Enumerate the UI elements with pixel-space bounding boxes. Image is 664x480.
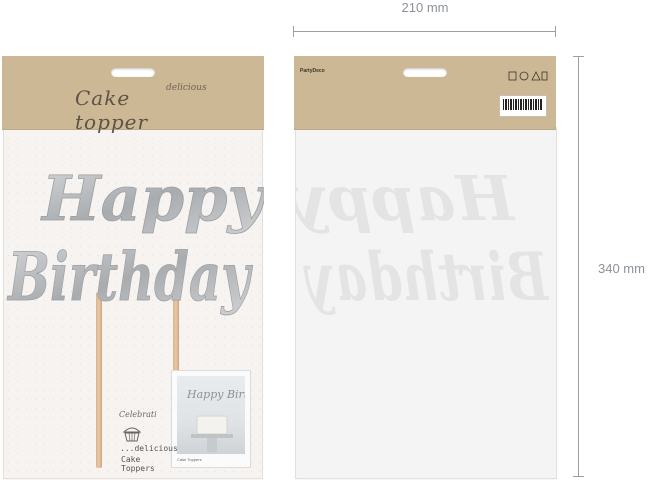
width-dimension-tick-left [293, 26, 294, 37]
height-dimension-tick-top [573, 56, 584, 57]
product-photo-card: Happy Birthday Cake Toppers [172, 371, 250, 467]
height-dimension-label: 340 mm [598, 261, 645, 276]
width-dimension-tick-right [555, 26, 556, 37]
back-faint-lettering: Happy Birthday [296, 162, 550, 316]
height-dimension-line [578, 56, 579, 476]
front-bottom-name: Cake Toppers [121, 455, 155, 473]
svg-text:Birthday: Birthday [303, 238, 550, 316]
svg-text:Happy: Happy [296, 162, 516, 235]
back-brand-logo: PartyDeco [300, 68, 325, 74]
barcode-icon [503, 99, 543, 110]
photo-card-caption: Cake Toppers [177, 457, 202, 462]
topper-lettering: Happy Birthday [6, 162, 264, 317]
height-dimension-tick-bottom [573, 476, 584, 477]
topper-birthday-text: Birthday [6, 238, 253, 316]
front-bottom-logo: Celebrati [119, 410, 157, 419]
cake-photo: Happy Birthday [177, 376, 245, 454]
front-header-subtitle: delicious [166, 83, 207, 93]
front-header-title: Cake topper [75, 86, 149, 134]
topper-happy-text: Happy [40, 162, 264, 235]
width-dimension-line [293, 31, 555, 32]
cupcake-icon [122, 427, 142, 442]
safety-symbols-icon [508, 71, 548, 81]
photo-card-topper-text: Happy Birthday [186, 388, 245, 401]
back-kraft-header [294, 56, 556, 130]
front-hang-hole [111, 68, 155, 77]
front-bottom-tagline: ...delicious [120, 444, 178, 453]
back-hang-hole [403, 68, 447, 77]
width-dimension-label: 210 mm [401, 0, 449, 15]
barcode-label [500, 96, 546, 116]
